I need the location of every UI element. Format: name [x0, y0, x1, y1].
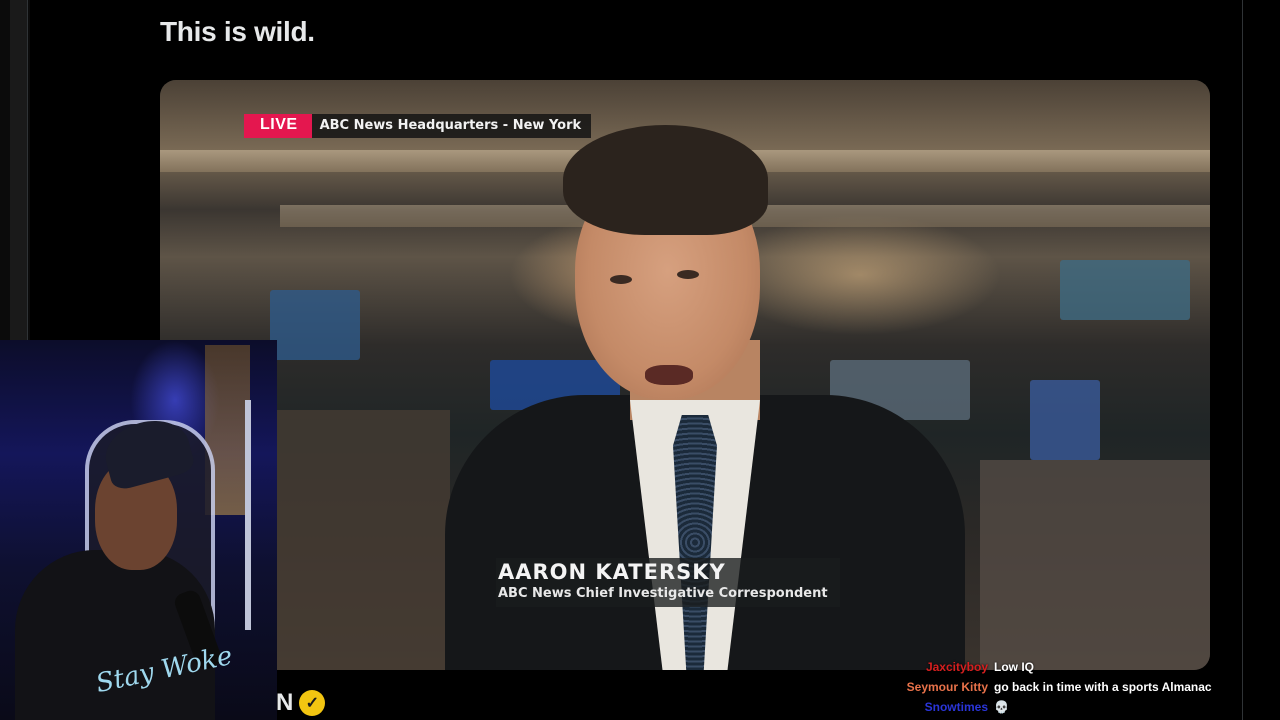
- verified-badge-icon: ✓: [299, 690, 326, 716]
- stream-chat-overlay: Jaxcityboy Low IQ Seymour Kitty go back in …: [880, 657, 1240, 717]
- chat-message: Snowtimes 💀: [880, 697, 1240, 717]
- chat-text: 💀: [994, 700, 1009, 714]
- timeline-right-border: [1242, 0, 1243, 720]
- lower-third: AARON KATERSKY ABC News Chief Investigat…: [496, 558, 840, 607]
- streamer-webcam: Stay Woke: [0, 340, 277, 720]
- lower-third-name: AARON KATERSKY: [498, 560, 726, 584]
- chat-username: Jaxcityboy: [925, 660, 988, 674]
- background-monitor: [1060, 260, 1190, 320]
- mic-arm: [245, 400, 251, 630]
- chat-message: Jaxcityboy Low IQ: [880, 657, 1240, 677]
- anchor-mouth: [645, 365, 693, 385]
- next-post-author-fragment[interactable]: N ✓: [276, 689, 326, 717]
- anchor-eye: [677, 270, 699, 279]
- anchor-eye: [610, 275, 632, 284]
- anchor-hair: [563, 125, 768, 235]
- sidebar-edge: [10, 0, 28, 340]
- live-badge: LIVE: [244, 114, 312, 138]
- chat-username: Snowtimes: [924, 700, 988, 714]
- background-monitor: [1030, 380, 1100, 460]
- video-player[interactable]: LIVE ABC News Headquarters - New York AA…: [160, 80, 1210, 670]
- chat-text: Low IQ: [994, 660, 1034, 674]
- newsroom-desk: [980, 460, 1210, 670]
- chat-text: go back in time with a sports Almanac: [994, 680, 1212, 694]
- lower-third-title: ABC News Chief Investigative Corresponde…: [498, 586, 828, 601]
- background-monitor: [270, 290, 360, 360]
- author-name-fragment: N: [276, 689, 294, 716]
- post-text: This is wild.: [160, 16, 315, 47]
- chat-username: Seymour Kitty: [906, 680, 988, 694]
- chat-message: Seymour Kitty go back in time with a spor…: [880, 677, 1240, 697]
- left-sidebar-rail: [0, 0, 30, 340]
